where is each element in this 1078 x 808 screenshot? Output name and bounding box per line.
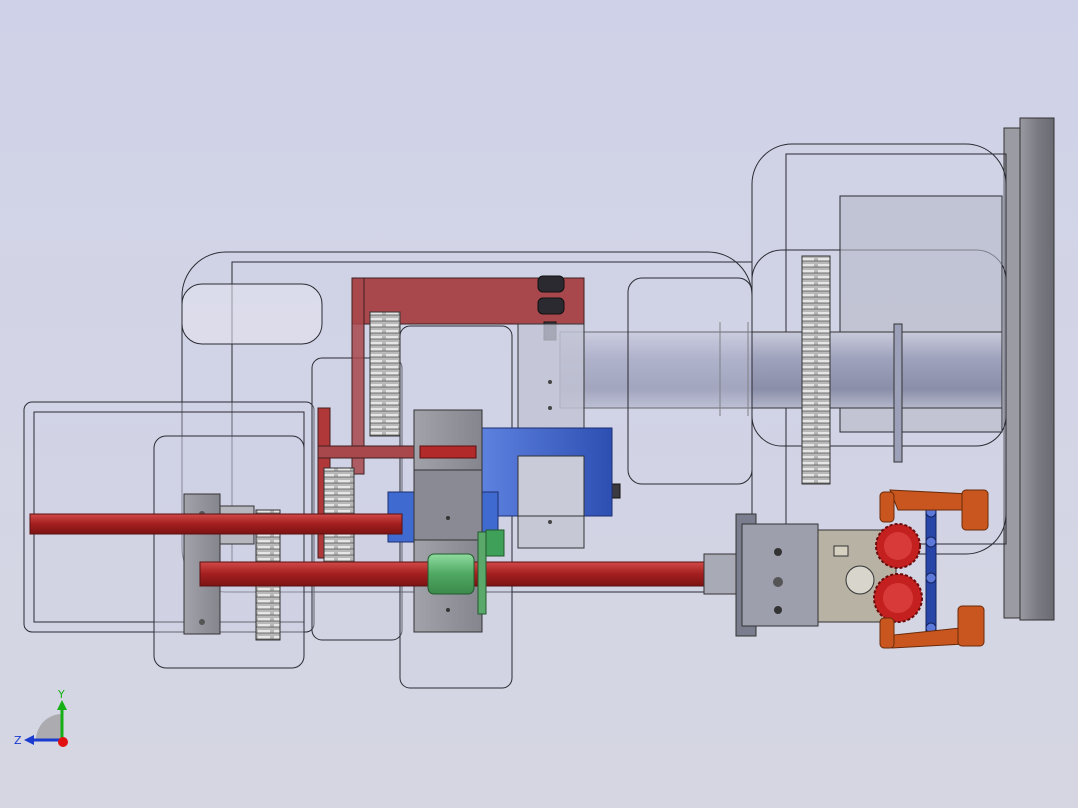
- gripper-links: [925, 506, 937, 639]
- main-spur-gear: [801, 255, 831, 485]
- z-axis-label: Z: [14, 734, 22, 747]
- mounting-plate: [1003, 117, 1055, 621]
- y-axis-label: Y: [57, 688, 65, 701]
- x-axis-dot: [58, 737, 68, 747]
- center-block: [413, 409, 483, 633]
- cad-viewport[interactable]: Y Z: [0, 0, 1078, 808]
- assembly-drawing: Y Z: [14, 117, 1055, 747]
- coordinate-triad: Y Z: [14, 688, 68, 747]
